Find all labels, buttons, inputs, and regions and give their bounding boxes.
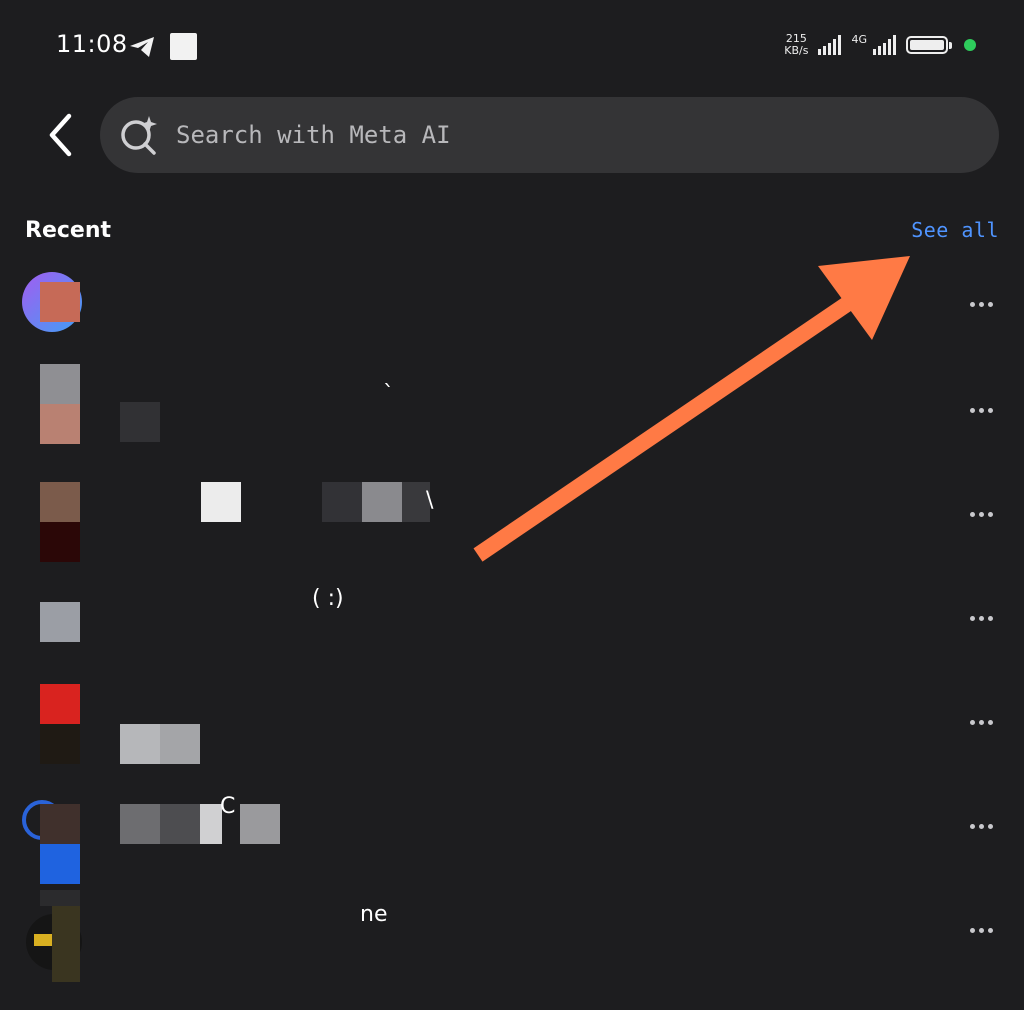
signal-icon-2: [873, 35, 896, 55]
network-speed: 215 KB/s: [784, 33, 808, 57]
redacted-block: [160, 804, 200, 844]
privacy-indicator-dot: [964, 39, 976, 51]
recent-item-name: \: [426, 488, 434, 513]
redacted-block: [120, 804, 160, 844]
avatar: [22, 684, 82, 764]
avatar: [22, 602, 82, 662]
recent-item[interactable]: [0, 250, 1024, 354]
network-type: 4G: [851, 32, 867, 46]
redacted-block: [120, 402, 160, 442]
telegram-icon: [130, 36, 154, 57]
avatar: [22, 890, 82, 982]
battery-level: [910, 40, 944, 50]
more-options-button[interactable]: [966, 294, 996, 314]
recent-item-name: ne: [360, 902, 388, 927]
redacted-block: [160, 724, 200, 764]
status-time: 11:08: [56, 30, 128, 58]
recent-item[interactable]: [0, 666, 1024, 770]
chevron-left-icon: [49, 113, 72, 157]
search-input[interactable]: [174, 120, 999, 150]
more-options-button[interactable]: [966, 400, 996, 420]
avatar: [22, 272, 82, 332]
messenger-search-screen: 11:08 215 KB/s 4G Search with Meta AI Re…: [0, 0, 1024, 1010]
more-options-button[interactable]: [966, 816, 996, 836]
notification-icon: [170, 33, 197, 60]
recent-section-title: Recent: [25, 218, 112, 243]
more-options-button[interactable]: [966, 712, 996, 732]
more-options-button[interactable]: [966, 920, 996, 940]
recent-item[interactable]: C: [0, 770, 1024, 884]
see-all-link[interactable]: See all: [911, 218, 999, 242]
recent-item[interactable]: ( :): [0, 562, 1024, 666]
status-left-icons: [128, 33, 197, 60]
signal-icon: [818, 35, 842, 55]
redacted-block: [200, 804, 222, 844]
more-options-button[interactable]: [966, 504, 996, 524]
avatar: [22, 482, 82, 562]
recent-item-name: C: [220, 794, 236, 819]
recent-item[interactable]: `: [0, 354, 1024, 458]
redacted-block: [322, 482, 362, 522]
more-options-button[interactable]: [966, 608, 996, 628]
redacted-block: [201, 482, 241, 522]
recent-item-name: `: [383, 382, 394, 407]
battery-icon: [906, 36, 952, 54]
avatar: [22, 364, 82, 444]
recent-item-name: ( :): [312, 586, 344, 611]
status-right: 215 KB/s 4G: [784, 33, 976, 57]
meta-ai-search-icon: [121, 116, 157, 155]
network-speed-unit: KB/s: [784, 44, 809, 57]
recent-item[interactable]: \: [0, 458, 1024, 562]
search-bar[interactable]: [100, 97, 999, 173]
recent-item[interactable]: ne: [0, 874, 1024, 982]
redacted-block: [362, 482, 402, 522]
redacted-block: [240, 804, 280, 844]
back-button[interactable]: [40, 112, 80, 158]
redacted-block: [120, 724, 160, 764]
avatar: [22, 790, 82, 884]
